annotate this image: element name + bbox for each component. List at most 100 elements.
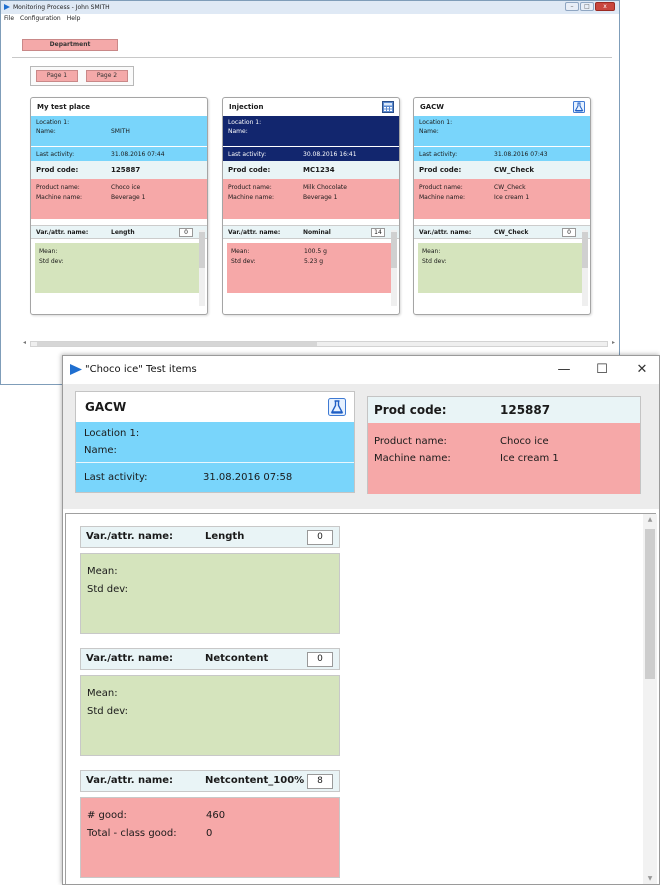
- machine-name-label: Machine name:: [36, 194, 83, 201]
- variable-header: Var./attr. name: CW_Check 0: [414, 225, 590, 239]
- stat-value: 0: [206, 828, 213, 839]
- sample-count: 0: [307, 530, 333, 545]
- name-label: Name:: [228, 128, 248, 135]
- product-name-value: Milk Chocolate: [303, 184, 347, 191]
- vertical-scrollbar[interactable]: ▲ ▼: [643, 514, 657, 884]
- name-label: Name:: [36, 128, 56, 135]
- last-activity-row: Last activity: 31.08.2016 07:58: [76, 462, 354, 492]
- scroll-thumb[interactable]: [37, 342, 317, 346]
- variable-card[interactable]: Var./attr. name: Netcontent_100% 8 # goo…: [80, 770, 340, 878]
- flask-icon: [328, 398, 346, 416]
- prod-code-value: 125887: [500, 403, 551, 417]
- sample-count: 8: [307, 774, 333, 789]
- machine-name-value: Ice cream 1: [494, 194, 530, 201]
- scroll-up-arrow-icon[interactable]: ▲: [643, 516, 657, 523]
- variables-list[interactable]: Var./attr. name: Length 0 Mean: Std dev:…: [65, 513, 656, 884]
- variable-label: Var./attr. name:: [86, 531, 174, 542]
- sample-count: 0: [562, 228, 576, 237]
- variable-card[interactable]: Var./attr. name: Length 0 Mean: Std dev:: [80, 526, 340, 634]
- prod-code-row: Prod code: 125887: [31, 161, 207, 179]
- card-title: GACW: [414, 98, 590, 116]
- variable-card[interactable]: Var./attr. name: Netcontent 0 Mean: Std …: [80, 648, 340, 756]
- card-scrollbar[interactable]: [199, 230, 205, 306]
- menu-configuration[interactable]: Configuration: [20, 14, 61, 24]
- horizontal-scrollbar[interactable]: ◂ ▸: [23, 339, 615, 347]
- stat-label: Mean:: [87, 566, 118, 577]
- sample-count: 0: [179, 228, 193, 237]
- product-card: Prod code: 125887 Product name: Choco ice…: [367, 396, 641, 494]
- stat-label: Mean:: [39, 248, 58, 255]
- card-scrollbar[interactable]: [391, 230, 397, 306]
- product-info: Product name: CW_Check Machine name: Ice c…: [414, 179, 590, 219]
- product-info: Product name: Choco ice Machine name: Beve…: [31, 179, 207, 219]
- department-button[interactable]: Department: [22, 39, 118, 51]
- scroll-down-arrow-icon[interactable]: ▼: [643, 875, 657, 882]
- test-items-dialog: "Choco ice" Test items — ☐ ✕ GACW Locati…: [62, 355, 660, 885]
- prod-code-label: Prod code:: [228, 166, 271, 174]
- prod-code-value: MC1234: [303, 166, 335, 174]
- product-name-label: Product name:: [419, 184, 463, 191]
- card-title: My test place: [37, 103, 91, 111]
- page-2-button[interactable]: Page 2: [86, 70, 128, 82]
- variable-name: Nominal: [303, 229, 331, 236]
- last-activity-label: Last activity:: [84, 472, 148, 483]
- stat-value: 460: [206, 810, 226, 821]
- machine-name-label: Machine name:: [419, 194, 466, 201]
- close-button[interactable]: x: [595, 2, 615, 11]
- prod-code-row: Prod code: 125887: [368, 397, 640, 423]
- stat-label: Std dev:: [87, 584, 129, 595]
- dialog-title: "Choco ice" Test items: [85, 364, 197, 375]
- maximize-button[interactable]: □: [580, 2, 594, 11]
- machine-name-value: Ice cream 1: [500, 453, 559, 464]
- station-card: GACW Location 1: Name: Last activity: 31…: [75, 391, 355, 493]
- menu-file[interactable]: File: [4, 14, 14, 24]
- scroll-right-arrow-icon[interactable]: ▸: [612, 339, 615, 346]
- product-info: Product name: Choco ice Machine name: Ice …: [368, 423, 640, 494]
- location-block: Location 1: Name:: [76, 422, 354, 462]
- variable-header: Var./attr. name: Length 0: [31, 225, 207, 239]
- statistics-panel: Mean: 100.5 g Std dev: 5.23 g: [227, 243, 391, 293]
- minimize-button[interactable]: —: [547, 356, 581, 384]
- dialog-titlebar: "Choco ice" Test items — ☐ ✕: [63, 356, 659, 384]
- location-label: Location 1:: [36, 119, 70, 126]
- variable-header: Var./attr. name: Netcontent 0: [80, 648, 340, 670]
- product-name-label: Product name:: [374, 436, 447, 447]
- stat-label: Std dev:: [422, 258, 447, 265]
- card-scrollbar[interactable]: [582, 230, 588, 306]
- minimize-button[interactable]: –: [565, 2, 579, 11]
- product-info: Product name: Milk Chocolate Machine name…: [223, 179, 399, 219]
- prod-code-value: 125887: [111, 166, 141, 174]
- window-title: Monitoring Process - John SMITH: [13, 4, 110, 11]
- card-title: Injection: [223, 98, 399, 116]
- last-activity-value: 31.08.2016 07:43: [494, 151, 548, 158]
- variable-label: Var./attr. name:: [86, 775, 174, 786]
- last-activity-row: Last activity: 31.08.2016 07:44: [31, 146, 207, 161]
- variable-header: Var./attr. name: Nominal 14: [223, 225, 399, 239]
- scroll-thumb[interactable]: [645, 529, 655, 679]
- statistics-panel: # good: 460 Total - class good: 0: [80, 797, 340, 878]
- close-button[interactable]: ✕: [625, 356, 659, 384]
- stat-label: Std dev:: [39, 258, 64, 265]
- calculator-icon: [382, 101, 394, 113]
- sample-count: 0: [307, 652, 333, 667]
- station-card[interactable]: GACW Location 1: Name: Last activity: 31…: [413, 97, 591, 315]
- app-icon: [4, 4, 10, 10]
- last-activity-value: 31.08.2016 07:44: [111, 151, 165, 158]
- page-1-button[interactable]: Page 1: [36, 70, 78, 82]
- statistics-panel: Mean: Std dev:: [80, 675, 340, 756]
- sample-count: 14: [371, 228, 385, 237]
- menu-help[interactable]: Help: [67, 14, 81, 24]
- variable-name: Netcontent: [205, 653, 269, 664]
- divider: [12, 57, 612, 58]
- maximize-button[interactable]: ☐: [585, 356, 619, 384]
- machine-name-label: Machine name:: [374, 453, 451, 464]
- station-card[interactable]: Injection Location 1: Name: Last activit…: [222, 97, 400, 315]
- statistics-panel: Mean: Std dev:: [80, 553, 340, 634]
- location-block: Location 1: Name: SMITH: [31, 116, 207, 146]
- stat-label: # good:: [87, 810, 127, 821]
- scroll-left-arrow-icon[interactable]: ◂: [23, 339, 26, 346]
- stat-label: Total - class good:: [87, 828, 177, 839]
- prod-code-row: Prod code: MC1234: [223, 161, 399, 179]
- station-card[interactable]: My test place Location 1: Name: SMITH Las…: [30, 97, 208, 315]
- variable-name: Length: [205, 531, 245, 542]
